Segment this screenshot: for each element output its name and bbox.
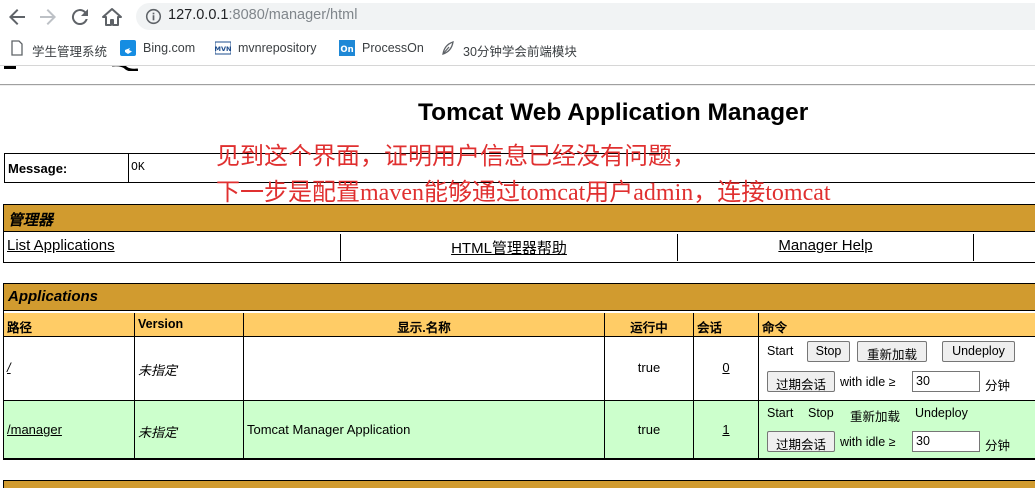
url-host: 127.0.0.1	[168, 7, 229, 23]
stop-button[interactable]: Stop	[807, 341, 850, 362]
idle-minutes-input[interactable]: 30	[912, 431, 980, 452]
app-path-link[interactable]: /manager	[7, 422, 62, 437]
svg-text:MVN: MVN	[215, 45, 231, 53]
column-header-version: Version	[135, 313, 244, 337]
stop-label: Stop	[808, 406, 834, 420]
app-sessions-link[interactable]: 0	[694, 360, 758, 375]
browser-toolbar: 127.0.0.1:8080/manager/html	[0, 0, 1035, 34]
idle-minutes-input[interactable]: 30	[912, 371, 980, 392]
url-path: :8080/manager/html	[228, 7, 358, 23]
list-applications-cell: List Applications	[4, 234, 341, 261]
applications-section: Applications 路径 Version 显示.名称 运行中 会话 命令 …	[3, 283, 1035, 460]
table-cell: /manager	[4, 401, 135, 459]
url-text[interactable]: 127.0.0.1:8080/manager/html	[168, 7, 357, 23]
app-path-link[interactable]: /	[7, 360, 11, 375]
next-section	[3, 480, 1035, 488]
next-section-heading	[4, 481, 1035, 488]
annotation-overlay: 见到这个界面，证明用户信息已经没有问题， 下一步是配置maven能够通过tomc…	[216, 139, 831, 211]
html-help-cell: HTML管理器帮助	[341, 234, 678, 261]
bookmark-label: 30分钟学会前端模块	[463, 45, 577, 59]
commands-cell: Start Stop 重新加载 Undeploy 过期会话 with idle …	[759, 401, 1035, 459]
start-label: Start	[767, 406, 794, 420]
app-sessions-link[interactable]: 1	[694, 422, 758, 437]
manager-help-link[interactable]: Manager Help	[778, 237, 872, 254]
commands-cell: Start Stop 重新加载 Undeploy 过期会话 with idle …	[759, 337, 1035, 401]
bookmark-label: ProcessOn	[362, 41, 424, 55]
app-running: true	[637, 422, 661, 437]
mvn-icon: MVN	[214, 40, 232, 56]
list-applications-link[interactable]: List Applications	[7, 237, 115, 254]
minutes-label: 分钟	[985, 379, 1011, 393]
table-cell: true	[605, 337, 694, 401]
table-cell: 未指定	[135, 337, 244, 401]
manager-page: Tomcat Web Application Manager Message: …	[0, 66, 1035, 488]
tomcat-logo-fragment	[4, 66, 16, 69]
bookmarks-bar: 学生管理系统 Bing.com MVN mvnrepository On Pro…	[0, 36, 1035, 62]
undeploy-button[interactable]: Undeploy	[942, 341, 1015, 362]
table-cell: true	[605, 401, 694, 459]
table-cell: Tomcat Manager Application	[244, 401, 605, 459]
column-header-sessions: 会话	[694, 313, 759, 337]
table-cell: 未指定	[135, 401, 244, 459]
bookmark-label: 学生管理系统	[32, 45, 108, 59]
with-idle-label: with idle ≥	[840, 375, 896, 389]
with-idle-label: with idle ≥	[840, 435, 896, 449]
processon-icon: On	[339, 40, 355, 56]
home-icon[interactable]	[100, 5, 124, 29]
start-label: Start	[767, 344, 794, 358]
page-icon	[9, 40, 25, 56]
table-cell: /	[4, 337, 135, 401]
column-header-path: 路径	[4, 313, 135, 337]
column-header-commands: 命令	[759, 313, 1035, 337]
table-cell	[244, 337, 605, 401]
expire-sessions-button[interactable]: 过期会话	[767, 431, 835, 452]
bookmark-label: Bing.com	[143, 41, 196, 55]
back-arrow-icon[interactable]	[5, 5, 29, 29]
message-label: Message:	[5, 154, 129, 182]
column-header-running: 运行中	[605, 313, 694, 337]
browser-chrome: 127.0.0.1:8080/manager/html 学生管理系统 Bing.…	[0, 0, 1035, 66]
bing-icon	[120, 40, 136, 56]
minutes-label: 分钟	[985, 439, 1011, 453]
undeploy-label: Undeploy	[915, 406, 968, 420]
reload-label: 重新加载	[850, 410, 901, 424]
applications-heading: Applications	[4, 284, 1035, 311]
app-running: true	[637, 360, 661, 375]
leaf-icon	[440, 40, 456, 56]
column-header-display-name: 显示.名称	[244, 313, 605, 337]
app-display-name: Tomcat Manager Application	[247, 422, 411, 437]
reload-icon[interactable]	[68, 5, 92, 29]
html-manager-help-link[interactable]: HTML管理器帮助	[451, 240, 567, 257]
app-version: 未指定	[138, 425, 178, 440]
address-bar[interactable]: 127.0.0.1:8080/manager/html	[136, 3, 1035, 30]
manager-section: 管理器 List Applications HTML管理器帮助 Manager …	[3, 204, 1035, 263]
annotation-line-1: 见到这个界面，证明用户信息已经没有问题，	[216, 144, 696, 170]
forward-arrow-icon[interactable]	[36, 5, 60, 29]
page-title: Tomcat Web Application Manager	[418, 99, 809, 126]
app-version: 未指定	[138, 363, 178, 378]
info-icon[interactable]	[145, 8, 162, 25]
svg-text:On: On	[340, 45, 353, 55]
message-value: OK	[131, 161, 145, 174]
apache-logo-fragment	[112, 66, 138, 71]
manager-heading: 管理器	[4, 205, 1035, 232]
table-cell: 0	[694, 337, 759, 401]
bookmark-label: mvnrepository	[238, 41, 317, 55]
expire-sessions-button[interactable]: 过期会话	[767, 371, 835, 392]
table-cell: 1	[694, 401, 759, 459]
divider	[0, 84, 1035, 86]
reload-button[interactable]: 重新加载	[857, 341, 927, 362]
manager-help-cell: Manager Help	[678, 234, 974, 261]
